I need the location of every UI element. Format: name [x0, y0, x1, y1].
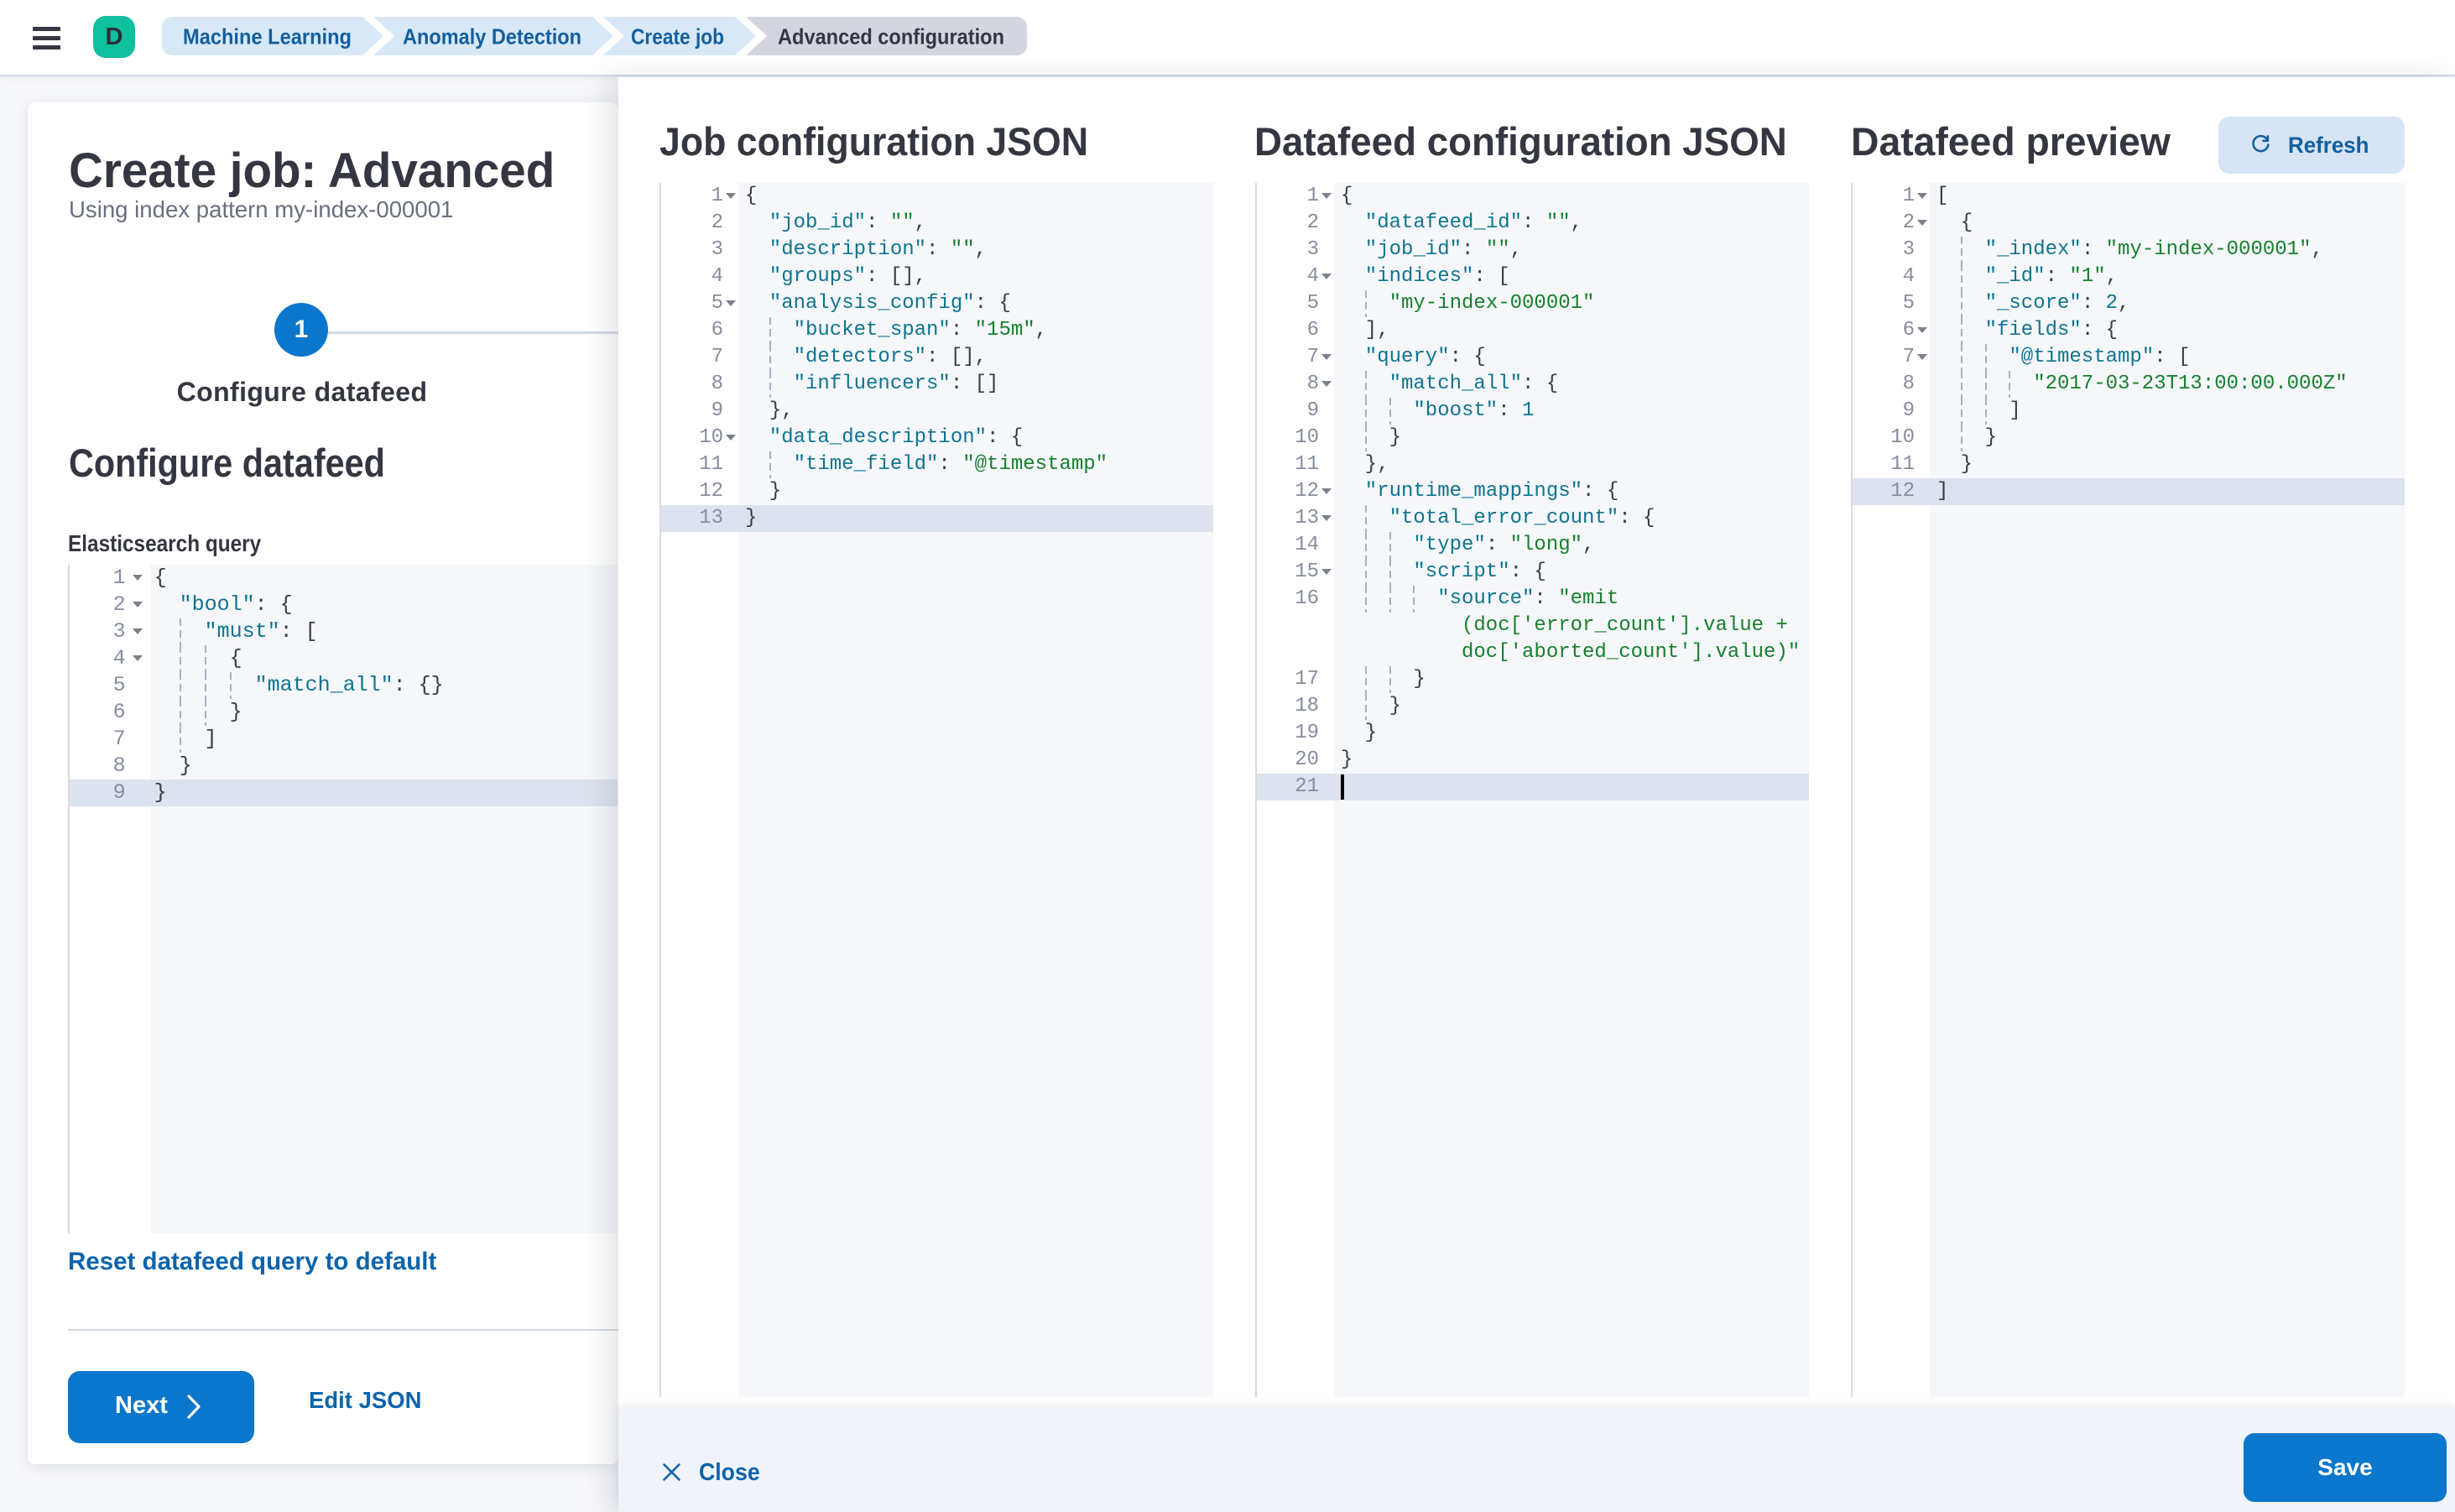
svg-text:Anomaly Detection: Anomaly Detection: [403, 24, 581, 50]
svg-text:Create job: Create job: [631, 24, 724, 50]
svg-text:Machine Learning: Machine Learning: [183, 24, 352, 50]
svg-text:Advanced configuration: Advanced configuration: [778, 24, 1004, 50]
